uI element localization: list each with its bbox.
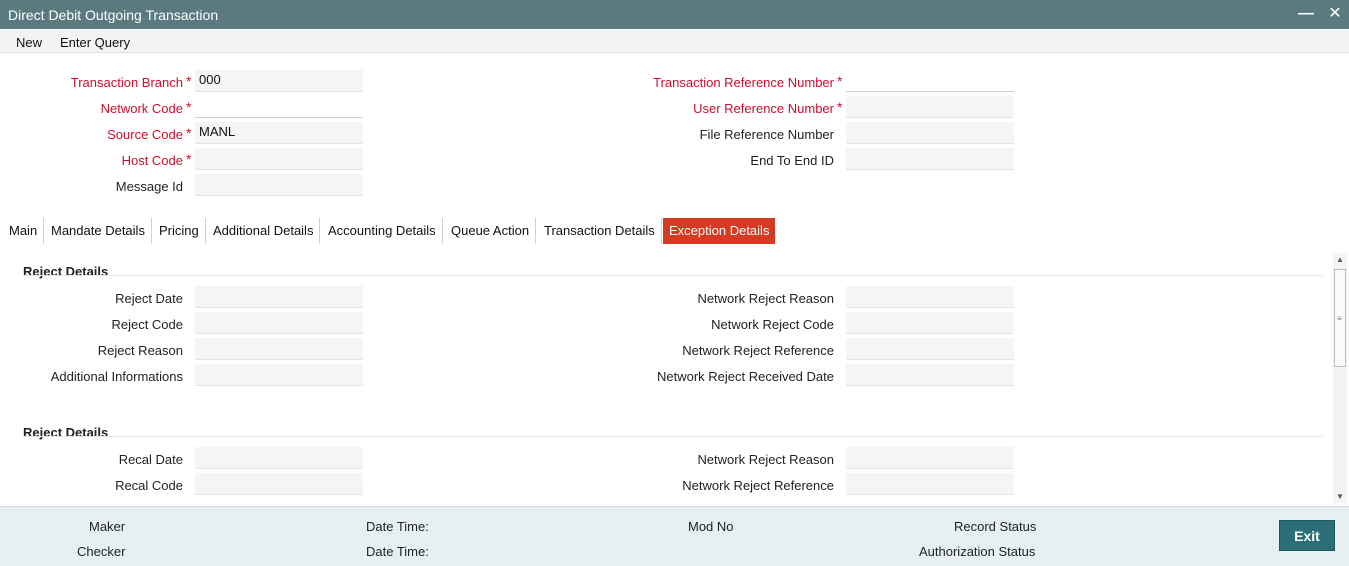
scrollbar-thumb[interactable]: ≡ <box>1334 269 1346 367</box>
tab-exception-details[interactable]: Exception Details <box>663 218 776 244</box>
recall-network-reject-reference-label: Network Reject Reference <box>682 478 834 493</box>
required-marker: * <box>837 99 843 115</box>
required-marker: * <box>186 99 192 115</box>
additional-informations-field[interactable] <box>195 364 363 386</box>
network-reject-code-label: Network Reject Code <box>711 317 834 332</box>
network-reject-received-date-label: Network Reject Received Date <box>656 369 834 384</box>
menu-new[interactable]: New <box>16 35 42 50</box>
end-to-end-id-field[interactable] <box>846 148 1014 170</box>
required-marker: * <box>186 151 192 167</box>
network-reject-reference-field[interactable] <box>846 338 1014 360</box>
tab-mandate-details[interactable]: Mandate Details <box>45 218 152 244</box>
reject-details-title: Reject Details <box>23 264 109 279</box>
vertical-scrollbar[interactable]: ▲ ≡ ▼ <box>1333 253 1347 503</box>
recal-date-label: Recal Date <box>118 452 183 467</box>
scroll-up-icon[interactable]: ▲ <box>1336 255 1344 264</box>
file-reference-number-label: File Reference Number <box>699 127 834 142</box>
menubar: New Enter Query <box>0 29 1349 53</box>
end-to-end-id-label: End To End ID <box>750 153 834 168</box>
transaction-reference-number-label: Transaction Reference Number <box>653 75 834 90</box>
recal-code-field[interactable] <box>195 473 363 495</box>
maker-label: Maker <box>89 519 126 534</box>
authorization-status-label: Authorization Status <box>919 544 1036 559</box>
transaction-branch-label: Transaction Branch <box>70 75 183 90</box>
reject-reason-field[interactable] <box>195 338 363 360</box>
audit-footer: Maker Checker Date Time: Date Time: Mod … <box>0 506 1349 566</box>
minimize-icon[interactable]: — <box>1296 4 1316 24</box>
recall-details-title: Reject Details <box>23 425 109 440</box>
grip-icon: ≡ <box>1337 314 1342 323</box>
transaction-branch-field[interactable]: 000 <box>195 70 363 92</box>
recall-network-reject-reason-label: Network Reject Reason <box>697 452 834 467</box>
mod-no-label: Mod No <box>688 519 734 534</box>
user-reference-number-field[interactable] <box>846 96 1014 118</box>
exit-button[interactable]: Exit <box>1279 520 1335 551</box>
recal-code-label: Recal Code <box>115 478 183 493</box>
host-code-field[interactable] <box>195 148 363 170</box>
tab-main[interactable]: Main <box>3 218 45 244</box>
network-code-label: Network Code <box>100 101 183 116</box>
scroll-down-icon[interactable]: ▼ <box>1336 492 1344 501</box>
source-code-field[interactable]: MANL <box>195 122 363 144</box>
reject-code-field[interactable] <box>195 312 363 334</box>
network-reject-received-date-field[interactable] <box>846 364 1014 386</box>
reject-date-field[interactable] <box>195 286 363 308</box>
host-code-label: Host Code <box>121 153 183 168</box>
window-titlebar: Direct Debit Outgoing Transaction — ✕ <box>0 0 1349 29</box>
reject-reason-label: Reject Reason <box>97 343 183 358</box>
reject-code-label: Reject Code <box>111 317 183 332</box>
file-reference-number-field[interactable] <box>846 122 1014 144</box>
checker-label: Checker <box>77 544 126 559</box>
additional-informations-label: Additional Informations <box>50 369 183 384</box>
window-title: Direct Debit Outgoing Transaction <box>8 7 219 23</box>
reject-date-label: Reject Date <box>115 291 183 306</box>
network-reject-reason-label: Network Reject Reason <box>697 291 834 306</box>
menu-enter-query[interactable]: Enter Query <box>60 35 130 50</box>
user-reference-number-label: User Reference Number <box>693 101 834 116</box>
close-icon[interactable]: ✕ <box>1325 4 1345 24</box>
tab-accounting-details[interactable]: Accounting Details <box>322 218 443 244</box>
message-id-field[interactable] <box>195 174 363 196</box>
required-marker: * <box>186 125 192 141</box>
section-divider <box>23 436 1323 437</box>
tab-pricing[interactable]: Pricing <box>153 218 206 244</box>
required-marker: * <box>186 73 192 89</box>
recal-date-field[interactable] <box>195 447 363 469</box>
network-reject-code-field[interactable] <box>846 312 1014 334</box>
recall-network-reject-reference-field[interactable] <box>846 473 1014 495</box>
network-reject-reference-label: Network Reject Reference <box>682 343 834 358</box>
message-id-label: Message Id <box>115 179 183 194</box>
maker-date-time-label: Date Time: <box>366 519 429 534</box>
tab-queue-action[interactable]: Queue Action <box>445 218 537 244</box>
section-divider <box>23 275 1323 276</box>
recall-network-reject-reason-field[interactable] <box>846 447 1014 469</box>
tab-additional-details[interactable]: Additional Details <box>207 218 321 244</box>
checker-date-time-label: Date Time: <box>366 544 429 559</box>
network-reject-reason-field[interactable] <box>846 286 1014 308</box>
record-status-label: Record Status <box>954 519 1037 534</box>
required-marker: * <box>837 73 843 89</box>
tab-transaction-details[interactable]: Transaction Details <box>538 218 662 244</box>
transaction-reference-number-field[interactable] <box>846 70 1014 92</box>
network-code-field[interactable] <box>195 96 363 118</box>
source-code-label: Source Code <box>107 127 183 142</box>
